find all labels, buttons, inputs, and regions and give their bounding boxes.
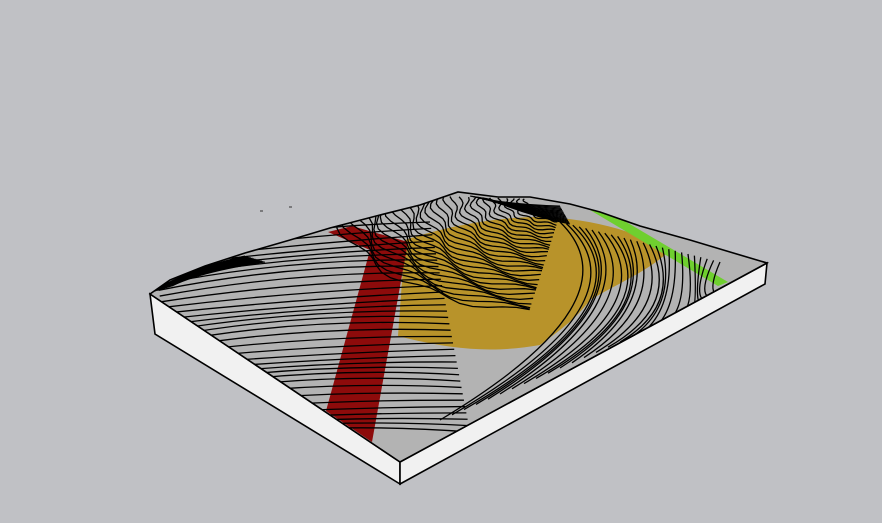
- terrain-scene: [148, 191, 770, 486]
- 3d-viewport[interactable]: [0, 0, 882, 523]
